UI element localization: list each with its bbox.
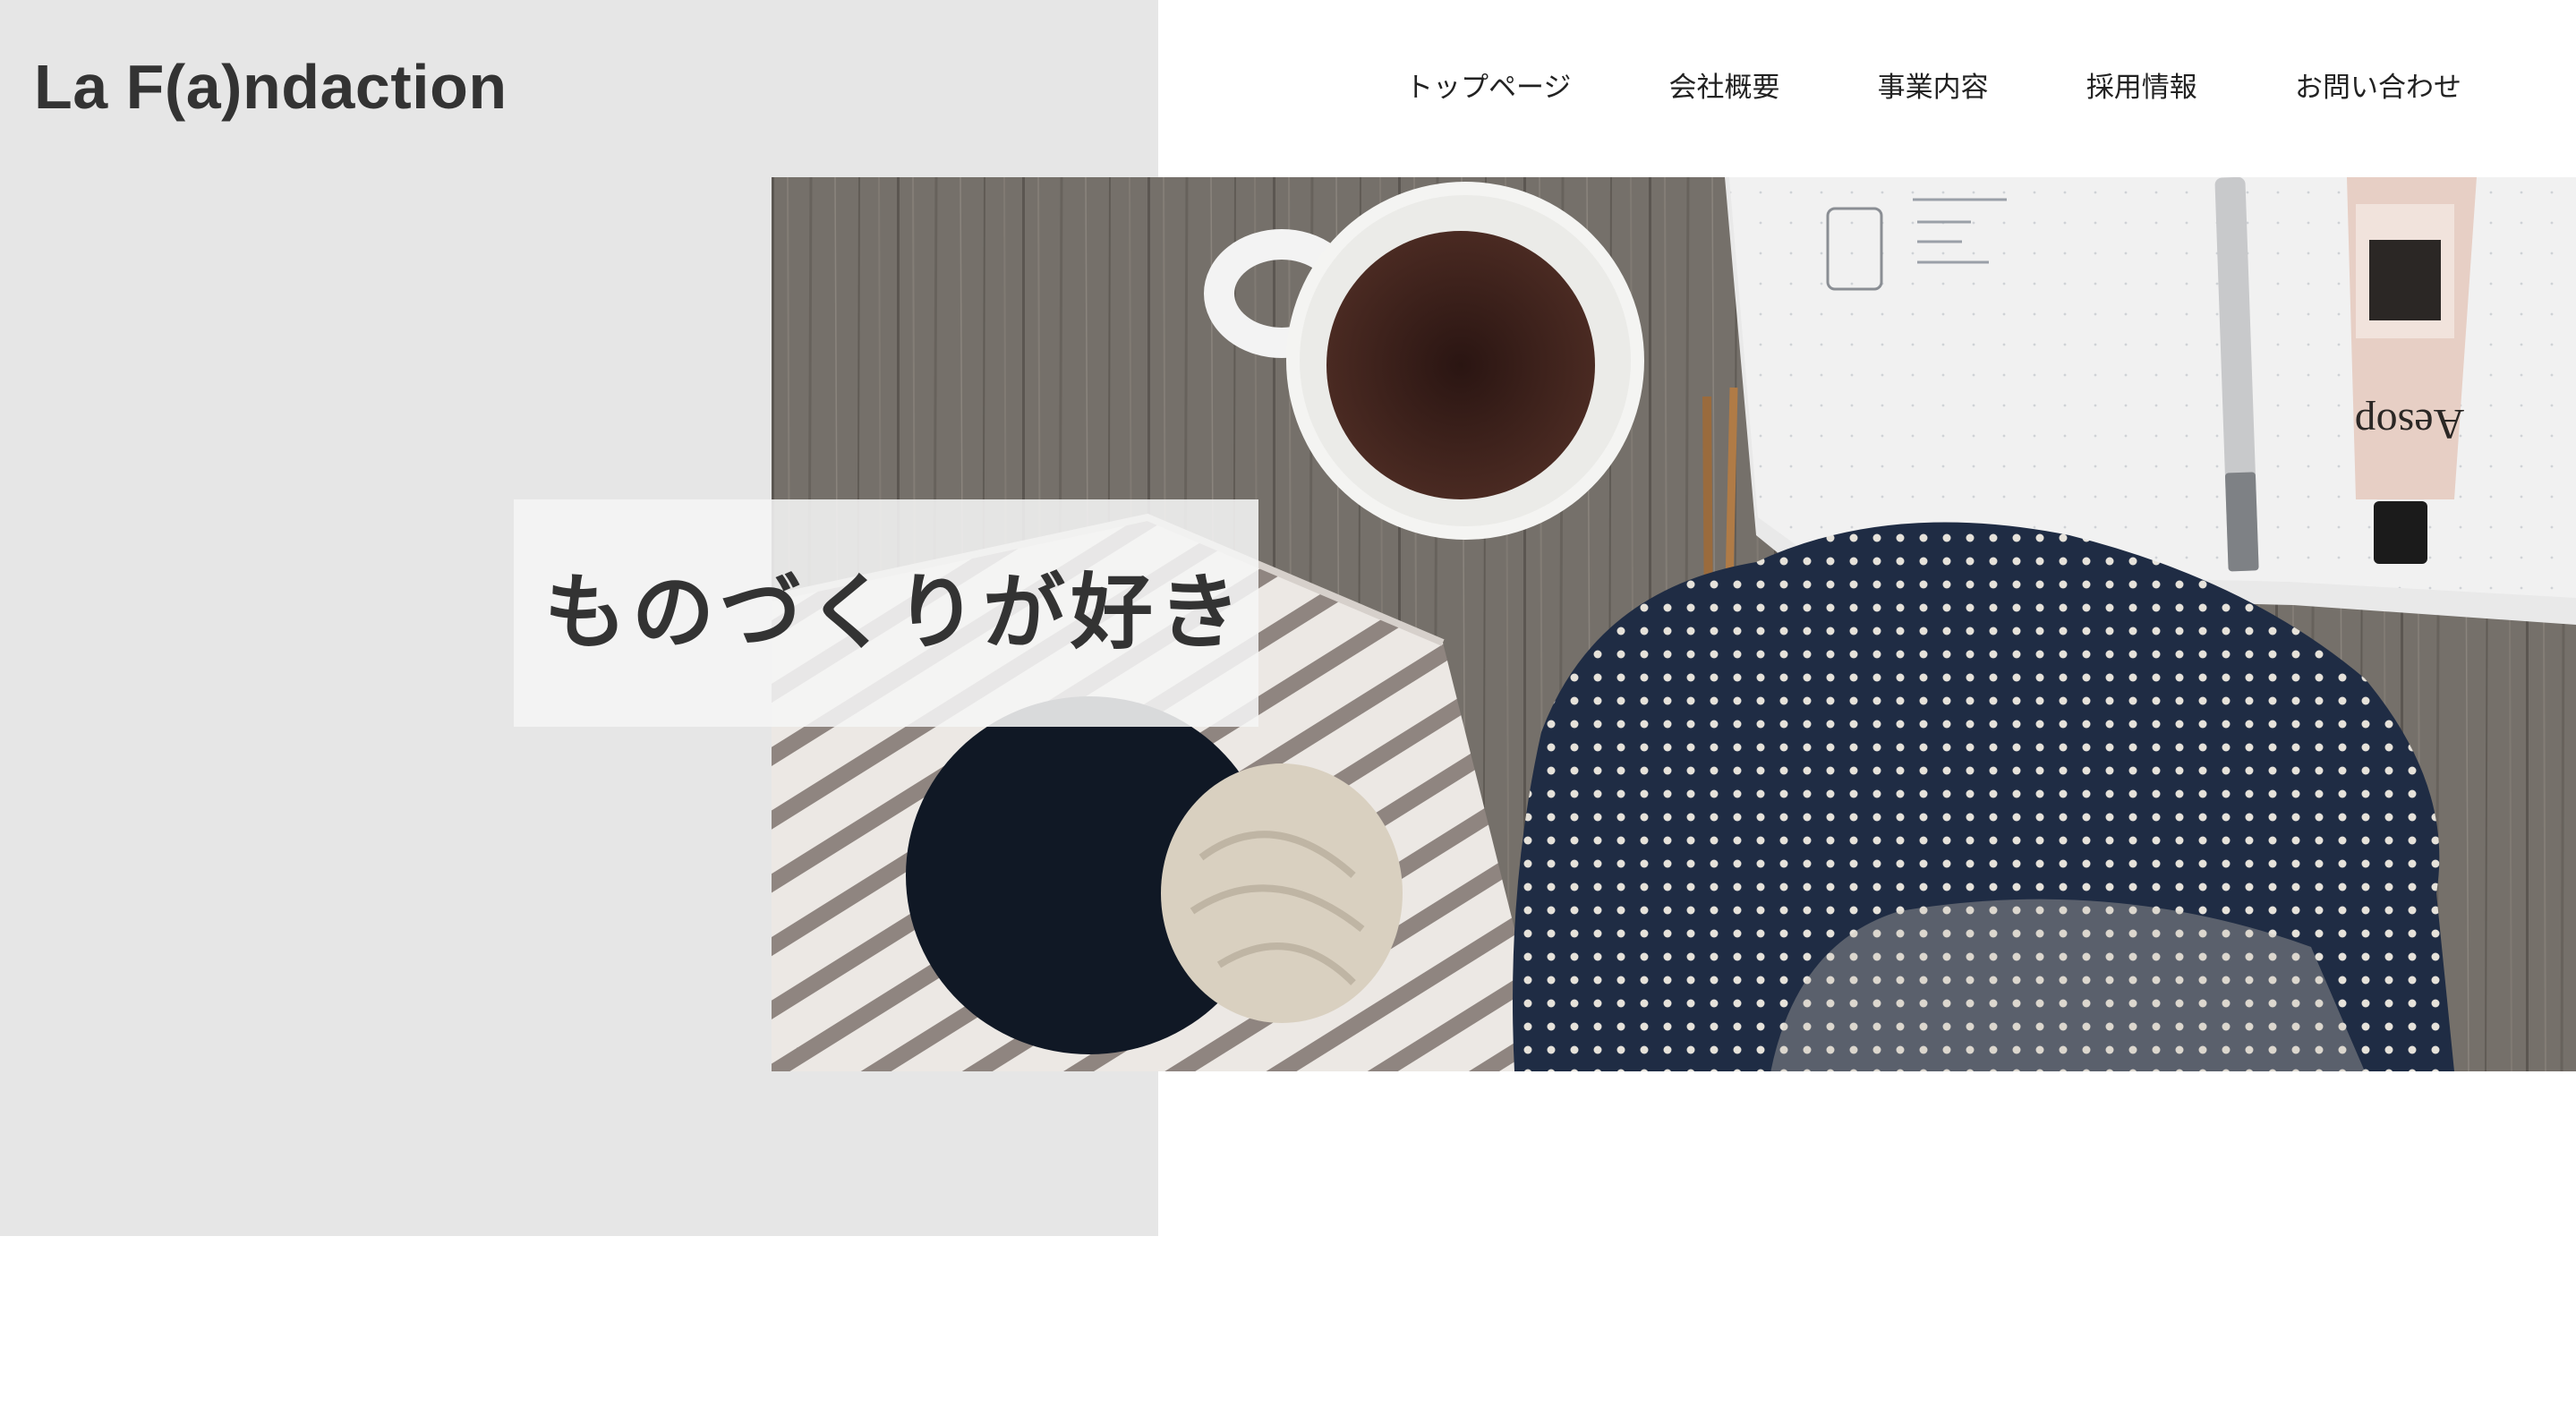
site-logo[interactable]: La F(a)ndaction	[34, 47, 508, 127]
nav-item-recruit[interactable]: 採用情報	[2086, 64, 2197, 111]
hero-headline: ものづくりが好き	[544, 565, 1247, 661]
global-nav: トップページ 会社概要 事業内容 採用情報 お問い合わせ	[1405, 64, 2461, 111]
nav-item-contact[interactable]: お問い合わせ	[2295, 64, 2461, 111]
nav-item-company[interactable]: 会社概要	[1669, 64, 1780, 111]
nav-item-business[interactable]: 事業内容	[1878, 64, 1989, 111]
nav-item-top[interactable]: トップページ	[1405, 64, 1571, 111]
hero-headline-box: ものづくりが好き	[514, 499, 1258, 727]
tube-label: Aesop	[2355, 400, 2465, 448]
